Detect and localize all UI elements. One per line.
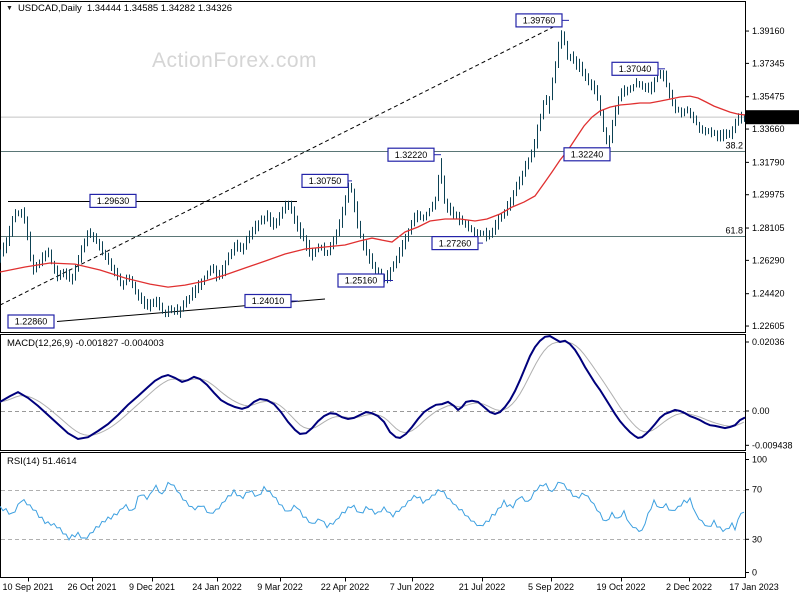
price-axis-tick: 1.26290	[752, 255, 785, 265]
price-axis-tick: 1.29975	[752, 190, 785, 200]
rsi-indicator-label: RSI(14) 51.4614	[7, 456, 77, 467]
price-axis-tick: 1.37345	[752, 58, 785, 68]
price-axis-tick: 1.35475	[752, 92, 785, 102]
date-axis-label: 24 Jan 2022	[192, 582, 242, 592]
rsi-axis-tick: 100	[752, 455, 767, 465]
macd-indicator-label: MACD(12,26,9) -0.001827 -0.004003	[7, 338, 164, 349]
rsi-axis-tick: 70	[752, 485, 762, 495]
date-axis-label: 9 Mar 2022	[257, 582, 303, 592]
symbol-timeframe-label: USDCAD,Daily	[17, 3, 82, 14]
chart-title-bar: ▼ USDCAD,Daily 1.34444 1.34585 1.34282 1…	[6, 3, 232, 14]
price-axis-tick: 1.39160	[752, 26, 785, 36]
trading-chart-window: 38.2 61.8 1.39760 1.37040 1.32220 1.32240 1.30…	[0, 0, 800, 600]
macd-axis-tick: -0.009438	[752, 440, 793, 450]
macd-axis-tick: 0.02036	[752, 337, 785, 347]
rsi-name: RSI(14)	[7, 456, 40, 467]
price-axis-tick: 1.31790	[752, 157, 785, 167]
price-axis-tick: 1.22605	[752, 321, 785, 331]
date-axis-label: 22 Apr 2022	[321, 582, 370, 592]
rsi-axis-tick: 30	[752, 534, 762, 544]
price-axis-tick: 1.33660	[752, 124, 785, 134]
date-axis-label: 9 Dec 2021	[129, 582, 175, 592]
rsi-panel-area[interactable]	[0, 453, 745, 577]
date-axis-label: 10 Sep 2021	[2, 582, 53, 592]
price-chart-area[interactable]	[0, 14, 745, 332]
price-axis-tick: 1.24420	[752, 289, 785, 299]
date-axis-label: 5 Sep 2022	[528, 582, 574, 592]
date-axis-label: 7 Jun 2022	[390, 582, 435, 592]
date-axis-label: 2 Dec 2022	[666, 582, 712, 592]
macd-axis-tick: 0.00	[752, 406, 770, 416]
date-axis-label: 21 Jul 2022	[459, 582, 506, 592]
date-axis-label: 26 Oct 2021	[67, 582, 116, 592]
date-axis-label: 19 Oct 2022	[596, 582, 645, 592]
chart-dropdown-icon[interactable]: ▼	[6, 5, 13, 12]
rsi-axis-tick: 0	[752, 568, 757, 578]
current-price-label: 1.34326	[752, 112, 785, 122]
ohlc-quote-values: 1.34444 1.34585 1.34282 1.34326	[86, 3, 233, 14]
date-axis-label: 17 Jan 2023	[729, 582, 779, 592]
macd-name: MACD(12,26,9)	[7, 338, 73, 349]
rsi-value: 51.4614	[42, 456, 77, 467]
macd-values: -0.001827 -0.004003	[75, 338, 164, 349]
macd-panel-area[interactable]	[0, 335, 745, 450]
price-axis-tick: 1.28105	[752, 223, 785, 233]
